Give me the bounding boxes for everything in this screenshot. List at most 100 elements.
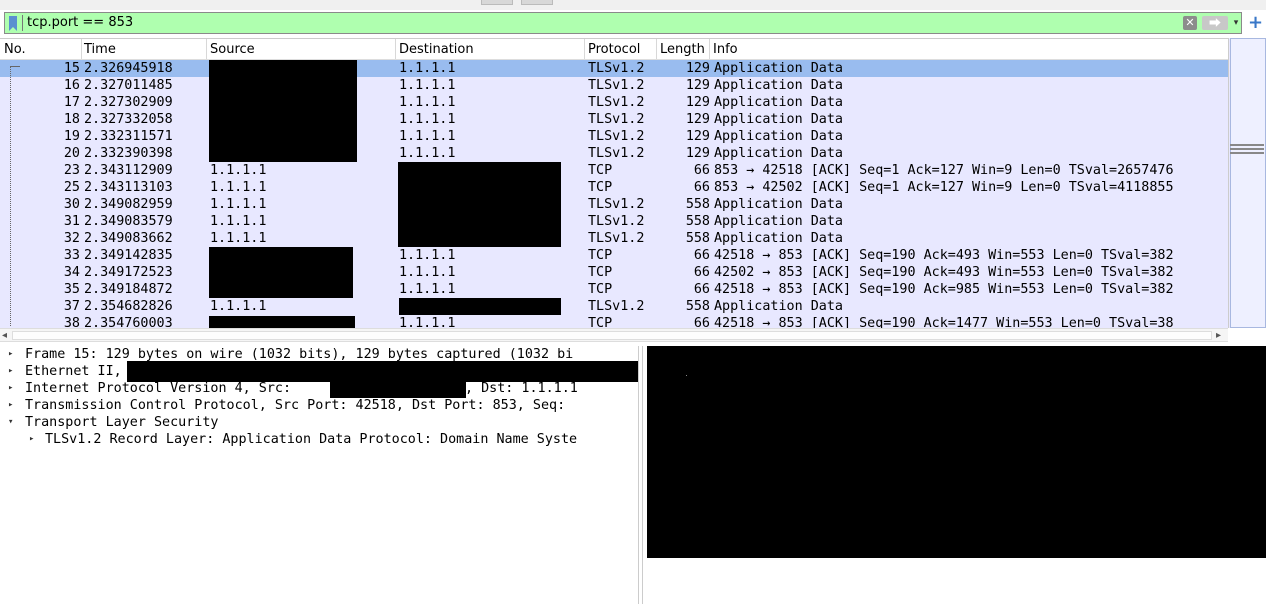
packet-cell-no: 23 [63, 163, 80, 178]
packet-cell-time: 2.349142835 [84, 248, 173, 263]
filter-separator [22, 15, 23, 31]
packet-row[interactable]: 31 2.349083579 1.1.1.1 TLSv1.2 558 Applicatio… [0, 213, 1228, 230]
packet-cell-info: 42518 → 853 [ACK] Seq=190 Ack=493 Win=55… [714, 248, 1174, 263]
packet-row[interactable]: 16 2.327011485 1.1.1.1 TLSv1.2 129 Applicatio… [0, 77, 1228, 94]
packet-cell-no: 38 [63, 316, 80, 329]
packet-cell-info: Application Data [714, 112, 843, 127]
packet-row[interactable]: 32 2.349083662 1.1.1.1 TLSv1.2 558 Applicatio… [0, 230, 1228, 247]
intelligent-scrollbar-marker [1230, 148, 1264, 150]
expand-arrow-icon[interactable]: ▸ [8, 397, 13, 414]
packet-cell-protocol: TLSv1.2 [588, 61, 645, 76]
packet-row[interactable]: 19 2.332311571 1.1.1.1 TLSv1.2 129 Applicatio… [0, 128, 1228, 145]
packet-row[interactable]: 17 2.327302909 1.1.1.1 TLSv1.2 129 Applicatio… [0, 94, 1228, 111]
packet-cell-source: 1.1.1.1 [210, 231, 267, 246]
packet-row[interactable]: 33 2.349142835 1.1.1.1 TCP 66 42518 → 853 [AC… [0, 247, 1228, 264]
packet-cell-time: 2.349082959 [84, 197, 173, 212]
packet-cell-info: Application Data [714, 299, 843, 314]
pane-splitter[interactable] [642, 346, 643, 604]
clear-filter-icon[interactable]: ✕ [1183, 16, 1197, 30]
packet-row[interactable]: 25 2.343113103 1.1.1.1 TCP 66 853 → 42502 [AC… [0, 179, 1228, 196]
packet-list-header: No. Time Source Destination Protocol Len… [0, 39, 1228, 60]
scroll-right-icon[interactable]: ▸ [1216, 329, 1221, 342]
bytes-pane-dot [686, 375, 687, 376]
packet-cell-destination: 1.1.1.1 [399, 316, 456, 329]
expand-arrow-icon[interactable]: ▸ [29, 431, 34, 448]
packet-list-horizontal-scrollbar[interactable]: ◂ ▸ [0, 328, 1228, 342]
column-header-info[interactable]: Info [709, 39, 1228, 59]
packet-cell-length: 129 [685, 112, 710, 127]
packet-cell-info: 42518 → 853 [ACK] Seq=190 Ack=1477 Win=5… [714, 316, 1174, 329]
packet-cell-protocol: TCP [588, 265, 613, 280]
packet-cell-source: 1.1.1.1 [210, 197, 267, 212]
expand-arrow-icon[interactable]: ▸ [8, 363, 13, 380]
packet-cell-length: 66 [693, 265, 710, 280]
apply-filter-icon[interactable]: ⮕ [1202, 16, 1228, 30]
redaction-box [209, 60, 357, 162]
display-filter-input[interactable]: tcp.port == 853 [27, 15, 133, 30]
expand-arrow-icon[interactable]: ▸ [8, 346, 13, 363]
packet-cell-destination: 1.1.1.1 [399, 78, 456, 93]
packet-list-vertical-scrollbar[interactable] [1228, 38, 1266, 328]
top-toolbar-strip [0, 0, 1266, 10]
packet-row[interactable]: 15 2.326945918 1.1.1.1 TLSv1.2 129 Applicatio… [0, 60, 1228, 77]
packet-cell-length: 66 [693, 248, 710, 263]
conversation-tree-line [10, 66, 12, 326]
column-header-time[interactable]: Time [80, 39, 207, 59]
bookmark-icon[interactable] [9, 16, 17, 31]
packet-row[interactable]: 35 2.349184872 1.1.1.1 TCP 66 42518 → 853 [AC… [0, 281, 1228, 298]
packet-cell-protocol: TCP [588, 180, 613, 195]
toolbar-button[interactable] [521, 0, 553, 5]
packet-cell-length: 558 [685, 231, 710, 246]
horizontal-scrollbar-thumb[interactable] [12, 331, 1212, 340]
packet-cell-no: 33 [63, 248, 80, 263]
packet-cell-time: 2.349083662 [84, 231, 173, 246]
packet-cell-time: 2.349172523 [84, 265, 173, 280]
packet-cell-length: 66 [693, 316, 710, 329]
packet-row[interactable]: 37 2.354682826 1.1.1.1 TLSv1.2 558 Applicatio… [0, 298, 1228, 315]
scrollbar-thumb[interactable] [1230, 38, 1266, 328]
packet-cell-info: Application Data [714, 231, 843, 246]
packet-row[interactable]: 20 2.332390398 1.1.1.1 TLSv1.2 129 Applicatio… [0, 145, 1228, 162]
collapse-arrow-icon[interactable]: ▾ [8, 414, 13, 431]
column-header-no[interactable]: No. [0, 39, 82, 59]
packet-cell-info: Application Data [714, 214, 843, 229]
packet-row[interactable]: 18 2.327332058 1.1.1.1 TLSv1.2 129 Applicatio… [0, 111, 1228, 128]
packet-cell-info: 42502 → 853 [ACK] Seq=190 Ack=493 Win=55… [714, 265, 1174, 280]
scroll-left-icon[interactable]: ◂ [2, 329, 7, 342]
filter-history-dropdown-icon[interactable]: ▾ [1231, 16, 1241, 30]
toolbar-button[interactable] [481, 0, 513, 5]
packet-cell-no: 34 [63, 265, 80, 280]
add-filter-button-icon[interactable]: + [1248, 13, 1263, 33]
packet-cell-protocol: TLSv1.2 [588, 197, 645, 212]
packet-row[interactable]: 38 2.354760003 1.1.1.1 TCP 66 42518 → 853 [AC… [0, 315, 1228, 329]
packet-cell-time: 2.354760003 [84, 316, 173, 329]
intelligent-scrollbar-marker [1230, 152, 1264, 154]
column-header-protocol[interactable]: Protocol [584, 39, 657, 59]
packet-cell-no: 19 [63, 129, 80, 144]
packet-cell-time: 2.354682826 [84, 299, 173, 314]
column-header-source[interactable]: Source [206, 39, 396, 59]
column-header-destination[interactable]: Destination [395, 39, 585, 59]
packet-cell-time: 2.343112909 [84, 163, 173, 178]
packet-cell-protocol: TCP [588, 316, 613, 329]
packet-cell-length: 66 [693, 163, 710, 178]
expand-arrow-icon[interactable]: ▸ [8, 380, 13, 397]
packet-row[interactable]: 34 2.349172523 1.1.1.1 TCP 66 42502 → 853 [AC… [0, 264, 1228, 281]
packet-row[interactable]: 30 2.349082959 1.1.1.1 TLSv1.2 558 Applicatio… [0, 196, 1228, 213]
packet-cell-no: 32 [63, 231, 80, 246]
conversation-tree-bracket [10, 66, 20, 68]
packet-cell-time: 2.349083579 [84, 214, 173, 229]
packet-cell-length: 558 [685, 214, 710, 229]
packet-cell-source: 1.1.1.1 [210, 299, 267, 314]
packet-cell-destination: 1.1.1.1 [399, 282, 456, 297]
column-header-length[interactable]: Length [656, 39, 710, 59]
packet-cell-protocol: TLSv1.2 [588, 112, 645, 127]
packet-cell-protocol: TLSv1.2 [588, 78, 645, 93]
packet-cell-info: Application Data [714, 146, 843, 161]
packet-cell-no: 16 [63, 78, 80, 93]
packet-cell-info: 853 → 42502 [ACK] Seq=1 Ack=127 Win=9 Le… [714, 180, 1174, 195]
packet-cell-destination: 1.1.1.1 [399, 265, 456, 280]
packet-cell-length: 129 [685, 78, 710, 93]
packet-row[interactable]: 23 2.343112909 1.1.1.1 TCP 66 853 → 42518 [AC… [0, 162, 1228, 179]
redaction-box [209, 247, 353, 298]
